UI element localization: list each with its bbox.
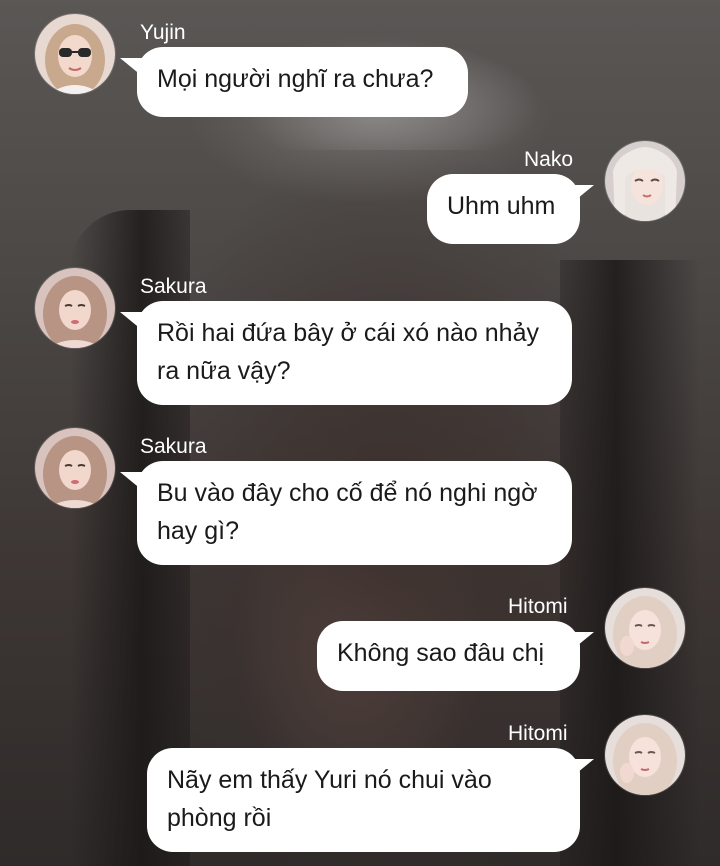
message-text: Uhm uhm <box>447 192 556 220</box>
avatar-hitomi-icon[interactable] <box>605 588 685 668</box>
sender-name: Sakura <box>140 435 207 458</box>
message-bubble[interactable]: Rồi hai đứa bây ở cái xó nào nhảy ra nữa… <box>137 301 572 405</box>
message-text: Nãy em thấy Yuri nó chui vào phòng rồi <box>167 766 492 832</box>
message-text: Không sao đâu chị <box>337 639 545 667</box>
message-text: Mọi người nghĩ ra chưa? <box>157 65 434 93</box>
message-bubble[interactable]: Uhm uhm <box>427 174 580 244</box>
message-text: Bu vào đây cho cố để nó nghi ngờ hay gì? <box>157 479 538 545</box>
avatar-sakura-icon[interactable] <box>35 268 115 348</box>
avatar-hitomi-icon[interactable] <box>605 715 685 795</box>
avatar-yujin-icon[interactable] <box>35 14 115 94</box>
sender-name: Hitomi <box>508 722 568 745</box>
avatar-nako-icon[interactable] <box>605 141 685 221</box>
message-bubble[interactable]: Nãy em thấy Yuri nó chui vào phòng rồi <box>147 748 580 852</box>
message-bubble[interactable]: Không sao đâu chị <box>317 621 580 691</box>
message-bubble[interactable]: Mọi người nghĩ ra chưa? <box>137 47 468 117</box>
avatar-sakura-icon[interactable] <box>35 428 115 508</box>
sender-name: Nako <box>524 148 574 171</box>
message-bubble[interactable]: Bu vào đây cho cố để nó nghi ngờ hay gì? <box>137 461 572 565</box>
message-text: Rồi hai đứa bây ở cái xó nào nhảy ra nữa… <box>157 319 539 385</box>
sender-name: Yujin <box>140 21 186 44</box>
sender-name: Sakura <box>140 275 207 298</box>
sender-name: Hitomi <box>508 595 568 618</box>
